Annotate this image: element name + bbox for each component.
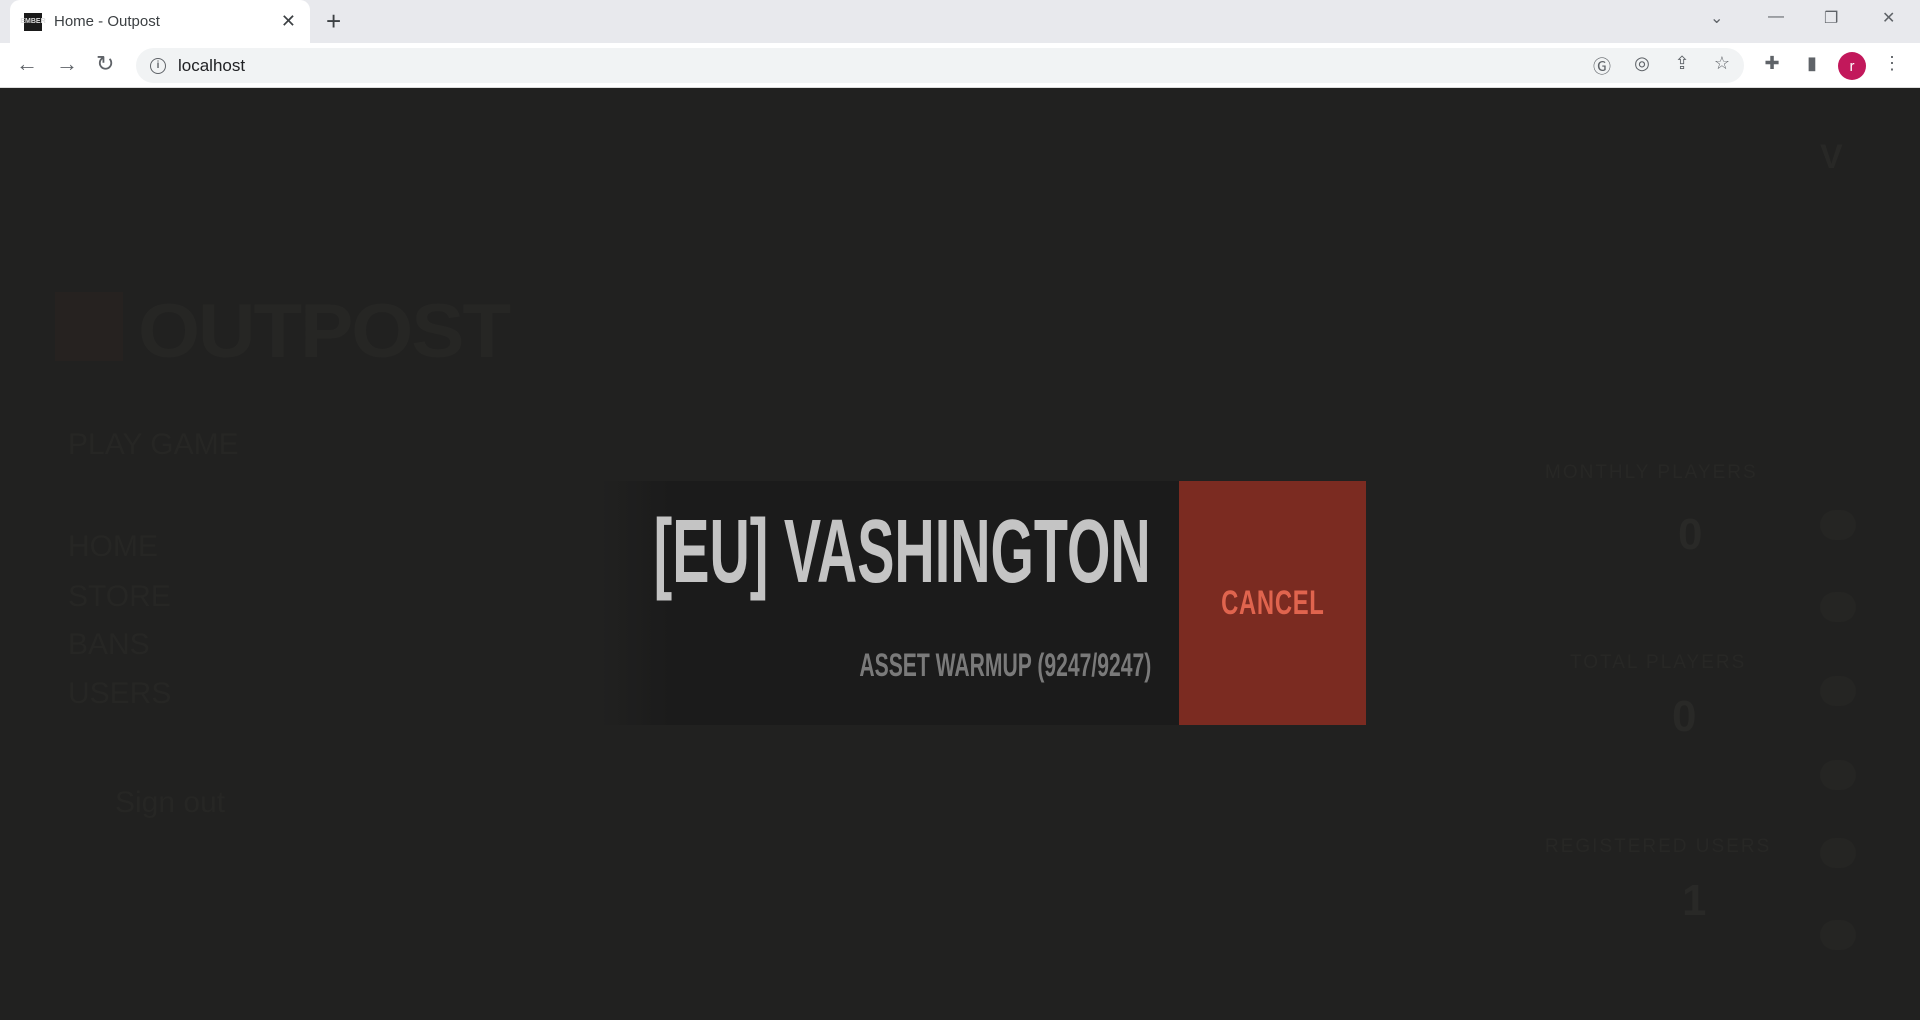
tab-search-icon[interactable]: ⌄ — [1710, 8, 1723, 28]
stat-value: 0 — [1672, 692, 1697, 741]
minimize-icon[interactable]: — — [1768, 8, 1784, 26]
star-icon[interactable]: ☆ — [1710, 53, 1734, 74]
stat-label: TOTAL PLAYERS — [1570, 652, 1747, 673]
restore-icon[interactable]: ❐ — [1824, 8, 1838, 28]
stat-label: REGISTERED USERS — [1545, 836, 1772, 857]
cancel-label: CANCEL — [1220, 583, 1325, 622]
browser-tab[interactable]: EMBER Home - Outpost ✕ — [10, 0, 310, 43]
nav-users[interactable]: USERS — [68, 677, 171, 711]
social-icon[interactable] — [1820, 510, 1856, 540]
eye-off-icon[interactable]: ◎ — [1630, 53, 1654, 74]
social-icon[interactable] — [1820, 760, 1856, 790]
v-logo-icon: V — [1820, 138, 1843, 176]
nav-bans[interactable]: BANS — [68, 628, 150, 662]
loading-status: ASSET WARMUP (9247/9247) — [859, 647, 1151, 683]
nav-home[interactable]: HOME — [68, 530, 158, 564]
tab-title: Home - Outpost — [54, 13, 160, 30]
favicon-icon: EMBER — [20, 12, 46, 31]
cancel-button[interactable]: CANCEL — [1179, 481, 1366, 725]
share-icon[interactable]: ⇪ — [1670, 53, 1694, 74]
stat-value: 1 — [1682, 876, 1707, 925]
server-name: [EU] VASHINGTON — [653, 502, 1151, 602]
address-bar[interactable]: i localhost — [136, 48, 1744, 83]
social-icon[interactable] — [1820, 838, 1856, 868]
stat-label: MONTHLY PLAYERS — [1545, 462, 1758, 483]
avatar[interactable]: r — [1838, 52, 1866, 80]
translate-icon[interactable]: Ⓖ — [1590, 53, 1614, 79]
close-tab-icon[interactable]: ✕ — [281, 11, 296, 32]
play-game-link[interactable]: PLAY GAME — [68, 428, 239, 462]
reload-icon[interactable]: ↻ — [96, 51, 114, 77]
back-icon[interactable]: ← — [16, 51, 38, 77]
logo-icon — [55, 292, 123, 361]
sign-out-link[interactable]: Sign out — [115, 786, 225, 820]
close-window-icon[interactable]: ✕ — [1882, 8, 1895, 28]
extensions-icon[interactable]: ✚ — [1760, 53, 1784, 74]
info-icon[interactable]: i — [150, 57, 166, 74]
nav-store[interactable]: STORE — [68, 580, 171, 614]
stat-value: 0 — [1678, 510, 1703, 559]
logo: OUTPOST — [138, 289, 511, 374]
social-icon[interactable] — [1820, 592, 1856, 622]
social-icon[interactable] — [1820, 676, 1856, 706]
url-text: localhost — [178, 55, 246, 75]
new-tab-icon[interactable]: + — [326, 6, 341, 37]
side-panel-icon[interactable]: ▮ — [1800, 53, 1824, 74]
browser-toolbar: ← → ↻ i localhost Ⓖ ◎ ⇪ ☆ ✚ ▮ r ⋮ — [0, 43, 1920, 88]
social-icon[interactable] — [1820, 920, 1856, 950]
connecting-dialog: [EU] VASHINGTON ASSET WARMUP (9247/9247) — [600, 481, 1179, 725]
tab-bar: EMBER Home - Outpost ✕ + ⌄ — ❐ ✕ — [0, 0, 1920, 43]
menu-icon[interactable]: ⋮ — [1880, 53, 1904, 74]
forward-icon[interactable]: → — [56, 51, 78, 77]
